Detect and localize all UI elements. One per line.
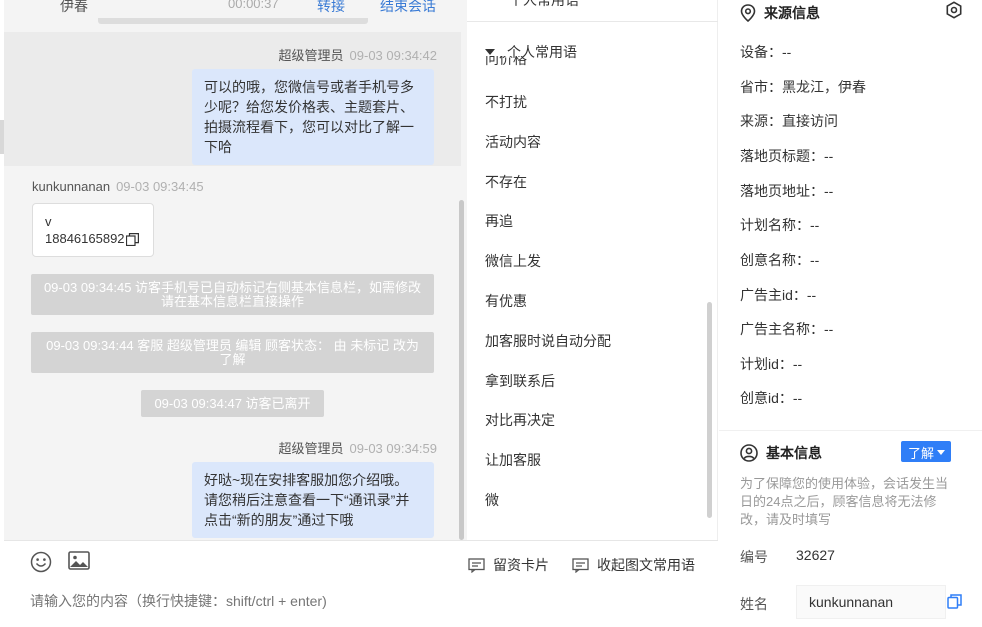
phrase-item[interactable]: 活动内容 — [485, 132, 541, 152]
source-info-title: 来源信息 — [764, 5, 820, 21]
phrase-item[interactable]: 不存在 — [485, 172, 527, 192]
source-field-landing-url: 落地页地址：-- — [740, 183, 834, 199]
source-field-region: 省市：黑龙江，伊春 — [740, 79, 866, 95]
message-meta: kunkunnanan 09-03 09:34:45 — [32, 179, 204, 194]
edit-deadline-notice: 为了保障您的使用体验，会话发生当日的24点之后，顾客信息将无法修改，请及时填写 — [740, 476, 949, 527]
message-composer: 留资卡片 收起图文常用语 — [4, 540, 718, 627]
message-sender: kunkunnanan — [32, 179, 111, 194]
message-time: 09-03 09:34:59 — [349, 441, 437, 456]
source-field-plan-name: 计划名称：-- — [740, 217, 820, 233]
source-field-creative-id: 创意id：-- — [740, 390, 803, 406]
agent-message-bubble: 可以的哦，您微信号或者手机号多少呢？给您发价格表、主题套片、拍摄流程看下，您可以… — [192, 69, 434, 165]
source-field-creative-name: 创意名称：-- — [740, 252, 820, 268]
location-pin-icon — [740, 4, 756, 22]
phrase-item[interactable]: 问价格 — [485, 56, 527, 66]
source-field-landing-title: 落地页标题：-- — [740, 148, 834, 164]
chat-scrollbar[interactable] — [459, 200, 464, 540]
caret-down-icon — [937, 449, 946, 455]
message-meta: 超级管理员 09-03 09:34:59 — [279, 438, 437, 457]
basic-info-title: 基本信息 — [766, 445, 822, 461]
message-time: 09-03 09:34:45 — [116, 179, 204, 194]
source-field-device: 设备：-- — [740, 44, 792, 60]
image-icon[interactable] — [68, 551, 90, 571]
customer-status-label: 了解 — [908, 445, 935, 461]
quick-phrases-panel: 个人常用语 个人常用语 问价格 不打扰 活动内容 不存在 再追 微信上发 有优惠… — [467, 0, 718, 540]
visitor-info-panel: 来源信息 设备：-- 省市：黑龙江，伊春 来源：直接访问 落地页标题：-- 落地… — [719, 0, 982, 627]
session-duration: 00:00:37 — [228, 0, 279, 11]
previous-group-header[interactable]: 个人常用语 — [467, 0, 718, 22]
system-notice: 09-03 09:34:44 客服 超级管理员 编辑 顾客状态： 由 未标记 改… — [31, 332, 434, 373]
agent-message-bubble: 好哒~现在安排客服加您介绍哦。请您稍后注意查看一下“通讯录”并点击“新的朋友”通… — [192, 462, 434, 538]
card-line: v — [45, 214, 52, 229]
end-session-link[interactable]: 结束会话 — [380, 0, 436, 16]
card-icon — [468, 557, 485, 573]
phrase-item[interactable]: 对比再决定 — [485, 410, 555, 430]
phrase-item[interactable]: 不打扰 — [485, 92, 527, 112]
smile-icon[interactable] — [30, 551, 52, 573]
message-sender: 超级管理员 — [278, 48, 344, 63]
caret-down-icon — [485, 49, 495, 55]
lead-card-button[interactable]: 留资卡片 — [468, 555, 549, 575]
source-field-source: 来源：直接访问 — [740, 113, 838, 129]
session-row-partial: 伊春 00:00:37 转接 结束会话 — [4, 0, 467, 30]
copy-icon[interactable] — [125, 233, 139, 247]
source-info-header: 来源信息 — [740, 3, 820, 23]
header-divider — [98, 18, 368, 24]
phrase-item[interactable]: 微信上发 — [485, 251, 541, 271]
visitor-location: 伊春 — [60, 0, 88, 14]
message-meta: 超级管理员 09-03 09:34:42 — [279, 45, 437, 64]
phrase-item[interactable]: 有优惠 — [485, 291, 527, 311]
phrase-item[interactable]: 再追 — [485, 211, 513, 231]
phrase-item[interactable]: 加客服时说自动分配 — [485, 331, 611, 351]
system-notice: 09-03 09:34:45 访客手机号已自动标记右侧基本信息栏，如需修改请在基… — [31, 274, 434, 315]
left-edge-marker — [0, 120, 4, 154]
visitor-phone: 18846165892 — [45, 231, 125, 246]
message-time: 09-03 09:34:42 — [349, 48, 437, 63]
rich-phrases-label: 收起图文常用语 — [597, 557, 695, 573]
message-sender: 超级管理员 — [278, 441, 344, 456]
source-field-advertiser-name: 广告主名称：-- — [740, 321, 834, 337]
section-divider — [719, 430, 982, 431]
name-field[interactable] — [796, 585, 946, 619]
lead-card-label: 留资卡片 — [493, 557, 549, 573]
phrase-item[interactable]: 拿到联系后 — [485, 371, 555, 391]
copy-icon[interactable] — [947, 594, 962, 609]
visitor-left-notice: 09-03 09:34:47 访客已离开 — [141, 390, 324, 417]
settings-hex-icon[interactable] — [945, 1, 963, 19]
chat-panel: 伊春 00:00:37 转接 结束会话 超级管理员 09-03 09:34:42 … — [4, 0, 467, 627]
phrase-item[interactable]: 微 — [485, 490, 499, 510]
customer-status-dropdown[interactable]: 了解 — [901, 441, 952, 462]
phrases-scrollbar[interactable] — [707, 302, 712, 518]
source-field-advertiser-id: 广告主id：-- — [740, 287, 817, 303]
user-circle-icon — [740, 444, 758, 462]
toggle-rich-phrases-button[interactable]: 收起图文常用语 — [572, 555, 695, 575]
name-label: 姓名 — [740, 596, 768, 612]
message-input[interactable] — [30, 593, 690, 609]
phrase-item[interactable]: 让加客服 — [485, 450, 541, 470]
id-value: 32627 — [796, 547, 835, 563]
visitor-contact-card[interactable]: v 18846165892 — [32, 203, 154, 257]
id-label: 编号 — [740, 549, 768, 565]
transfer-link[interactable]: 转接 — [317, 0, 345, 16]
basic-info-header: 基本信息 — [740, 443, 822, 463]
message-icon — [572, 557, 589, 573]
source-field-plan-id: 计划id：-- — [740, 356, 803, 372]
